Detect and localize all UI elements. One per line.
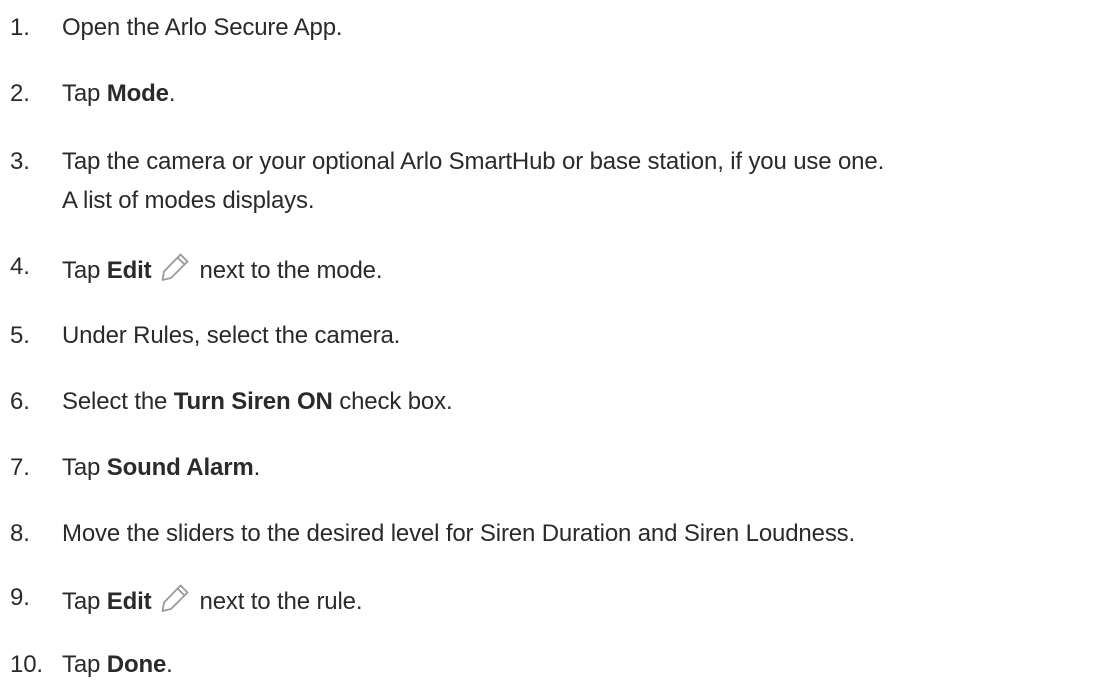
- step-text: Select the Turn Siren ON check box.: [62, 388, 453, 415]
- step-1: 1. Open the Arlo Secure App.: [10, 11, 1090, 44]
- step-number: 5.: [10, 322, 30, 349]
- edit-label: Edit: [106, 588, 152, 615]
- step-text: Under Rules, select the camera.: [62, 322, 401, 349]
- step-text: Tap Edit next to the rule.: [62, 581, 363, 618]
- step-3: 3. Tap the camera or your optional Arlo S…: [10, 145, 1090, 217]
- turn-siren-on-label: Turn Siren ON: [173, 388, 333, 415]
- step-text: Tap the camera or your optional Arlo Sma…: [62, 145, 884, 217]
- sound-alarm-label: Sound Alarm: [106, 454, 254, 481]
- step-text: Tap Done.: [62, 651, 173, 678]
- step-2: 2. Tap Mode.: [10, 77, 1090, 110]
- instruction-list: 1. Open the Arlo Secure App. 2. Tap Mode. …: [0, 0, 1098, 694]
- step-4: 4. Tap Edit next to the mode.: [10, 250, 1090, 287]
- step-continuation: A list of modes displays.: [62, 187, 315, 214]
- step-text: Open the Arlo Secure App.: [62, 14, 343, 41]
- pencil-icon: [158, 250, 192, 284]
- step-6: 6. Select the Turn Siren ON check box.: [10, 385, 1090, 418]
- step-number: 2.: [10, 80, 30, 107]
- step-7: 7. Tap Sound Alarm.: [10, 451, 1090, 484]
- step-10: 10. Tap Done.: [10, 648, 1090, 681]
- step-8: 8. Move the sliders to the desired level …: [10, 517, 1090, 550]
- step-9: 9. Tap Edit next to the rule.: [10, 581, 1090, 618]
- step-number: 1.: [10, 14, 30, 41]
- step-number: 7.: [10, 454, 30, 481]
- done-label: Done: [106, 651, 167, 678]
- step-text: Tap Mode.: [62, 80, 176, 107]
- step-number: 6.: [10, 388, 30, 415]
- step-number: 3.: [10, 148, 30, 175]
- step-text: Move the sliders to the desired level fo…: [62, 520, 856, 547]
- step-text: Tap Sound Alarm.: [62, 454, 261, 481]
- step-number: 8.: [10, 520, 30, 547]
- step-text: Tap Edit next to the mode.: [62, 250, 383, 287]
- edit-label: Edit: [106, 257, 152, 284]
- step-number: 9.: [10, 584, 30, 611]
- pencil-icon: [158, 581, 192, 615]
- mode-label: Mode: [106, 80, 169, 107]
- step-number: 4.: [10, 253, 30, 280]
- step-5: 5. Under Rules, select the camera.: [10, 319, 1090, 352]
- step-number: 10.: [10, 651, 43, 678]
